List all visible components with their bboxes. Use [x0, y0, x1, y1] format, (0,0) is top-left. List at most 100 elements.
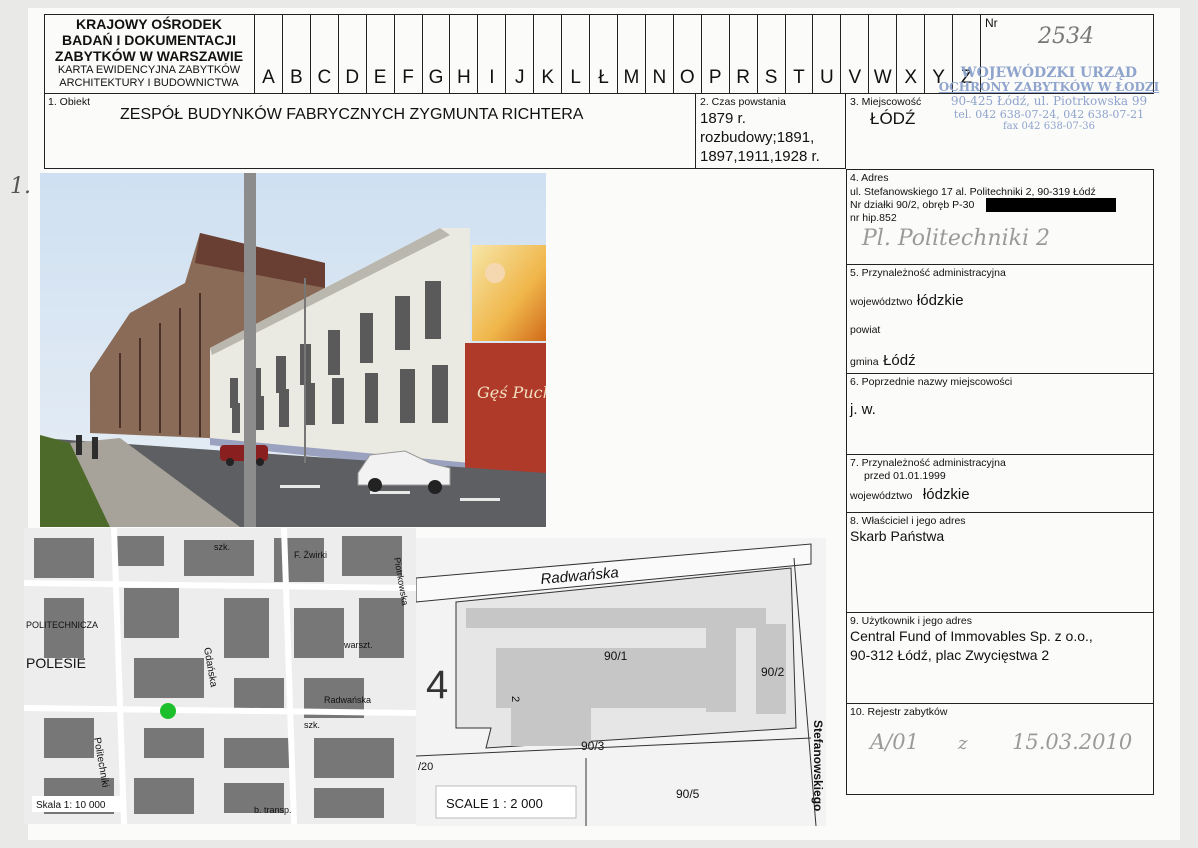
city-map-scale: Skala 1: 10 000	[36, 800, 106, 811]
index-letter: P	[700, 15, 729, 93]
org-line-1: KRAJOWY OŚRODEK	[76, 16, 222, 32]
index-letter: H	[449, 15, 477, 93]
card-line-2: ARCHITEKTURY I BUDOWNICTWA	[59, 77, 239, 89]
former-voivodeship-label: województwo	[850, 490, 913, 502]
commune-label: gmina	[850, 356, 879, 368]
building-number-2: 2	[509, 696, 521, 702]
index-letters: ABCDEFGHIJKLŁMNOPRSTUVWXYZ	[254, 15, 980, 93]
index-letter: T	[784, 15, 813, 93]
object-name: ZESPÓŁ BUDYNKÓW FABRYCZNYCH ZYGMUNTA RIC…	[120, 106, 584, 123]
site-plan: Radwańska Stefanowskiego 90/1 90/2 90/3 …	[416, 538, 826, 826]
map-label-warszt: warszt.	[343, 640, 373, 650]
voivodeship-value: łódzkie	[916, 292, 964, 309]
field-9-label: 9. Użytkownik i jego adres	[850, 615, 972, 627]
index-letter: C	[309, 15, 338, 93]
field-5-label: 5. Przynależność administracyjna	[850, 267, 1006, 279]
stamp-line-4: tel. 042 638-07-24, 042 638-07-21	[953, 108, 1145, 121]
map-label-radwanska: Radwańska	[324, 695, 371, 705]
voivodeship-label: województwo	[850, 296, 913, 308]
commune-value: Łódź	[883, 352, 916, 369]
field-4-label: 4. Adres	[850, 172, 889, 184]
org-line-2: BADAŃ I DOKUMENTACJI	[62, 32, 236, 48]
owner: Skarb Państwa	[850, 528, 945, 544]
map-label-polesie: POLESIE	[26, 655, 86, 671]
construction-year: 1879 r.	[700, 110, 746, 127]
plot-label-90-5: 90/5	[676, 787, 700, 801]
index-letter: U	[812, 15, 840, 93]
map-label-szk-2: szk.	[304, 720, 320, 730]
user-line-2: 90-312 Łódź, plac Zwycięstwa 2	[850, 647, 1050, 663]
map-label-politechnicza: POLITECHNICZA	[26, 620, 98, 630]
field-1-label: 1. Obiekt	[48, 96, 91, 108]
index-letter: J	[505, 15, 533, 93]
voivodeship-row: województwo łódzkie	[850, 292, 964, 310]
plot-label-20: /20	[418, 761, 433, 773]
index-letter: F	[393, 15, 422, 93]
register-date: 15.03.2010	[1012, 730, 1133, 754]
stamp-line-5: fax 042 638-07-36	[1002, 121, 1096, 132]
locality: ŁÓDŹ	[870, 109, 916, 128]
index-letter: B	[281, 15, 310, 93]
photo-number: 1.	[10, 174, 31, 199]
nr-label: Nr	[985, 16, 998, 30]
former-voivodeship-row: województwo łódzkie	[850, 486, 970, 504]
field-7-sub: przed 01.01.1999	[864, 470, 946, 482]
index-letter: E	[365, 15, 394, 93]
commune-row: gmina Łódź	[850, 352, 916, 370]
index-letter: K	[533, 15, 561, 93]
field-7-label: 7. Przynależność administracyjna	[850, 457, 1006, 469]
nr-value: 2534	[1038, 24, 1094, 49]
building-photo: Gęś Puch	[40, 173, 546, 527]
register-number: A/01	[870, 730, 919, 754]
billboard	[472, 245, 546, 341]
location-marker	[160, 703, 176, 719]
index-letter: Ł	[589, 15, 617, 93]
mortgage-line: nr hip.852	[850, 212, 897, 224]
extension-years-2: 1897,1911,1928 r.	[700, 148, 820, 165]
index-letter: D	[337, 15, 366, 93]
map-label-szk-1: szk.	[214, 542, 230, 552]
index-letter: N	[644, 15, 673, 93]
map-label-transp: b. transp.	[254, 805, 292, 815]
plot-number-4: 4	[426, 663, 448, 707]
redaction-bar	[986, 198, 1116, 212]
office-stamp: WOJEWÓDZKI URZĄD OCHRONY ZABYTKÓW W ŁODZ…	[938, 66, 1160, 133]
field-8-label: 8. Właściciel i jego adres	[850, 515, 966, 527]
field-6-label: 6. Poprzednie nazwy miejscowości	[850, 376, 1013, 388]
field-10-label: 10. Rejestr zabytków	[850, 706, 948, 718]
card-line-1: KARTA EWIDENCYJNA ZABYTKÓW	[57, 64, 241, 76]
index-letter: A	[254, 15, 282, 93]
stamp-line-1: WOJEWÓDZKI URZĄD	[960, 65, 1138, 81]
index-letter: G	[421, 15, 450, 93]
county-label: powiat	[850, 324, 881, 336]
plot-label-90-3: 90/3	[581, 739, 605, 753]
shop-front	[465, 343, 546, 473]
site-plan-scale: SCALE 1 : 2 000	[446, 796, 543, 811]
parcel-line: Nr działki 90/2, obręb P-30	[850, 199, 975, 211]
org-title: KRAJOWY OŚRODEK BADAŃ I DOKUMENTACJI ZAB…	[46, 16, 252, 90]
field-2-label: 2. Czas powstania	[700, 96, 786, 108]
former-voivodeship-value: łódzkie	[922, 486, 970, 503]
stamp-line-2: OCHRONY ZABYTKÓW W ŁODZI	[938, 80, 1160, 94]
org-line-3: ZABYTKÓW W WARSZAWIE	[54, 48, 244, 64]
index-letter: M	[616, 15, 645, 93]
user-line-1: Central Fund of Immovables Sp. z o.o.,	[850, 628, 1093, 644]
index-letter: L	[561, 15, 589, 93]
index-letter: O	[672, 15, 701, 93]
previous-names: j. w.	[850, 401, 876, 418]
index-letter: W	[868, 15, 896, 93]
details-column	[846, 169, 1154, 795]
plot-label-90-1: 90/1	[604, 649, 628, 663]
address-line: ul. Stefanowskiego 17 al. Politechniki 2…	[850, 186, 1096, 198]
register-z: z	[958, 733, 968, 754]
field-3-label: 3. Miejscowość	[850, 96, 922, 108]
index-letter: I	[477, 15, 505, 93]
index-letter: R	[728, 15, 757, 93]
street-stefanowskiego: Stefanowskiego	[811, 720, 825, 811]
utility-pole	[244, 173, 256, 527]
index-letter: X	[896, 15, 924, 93]
extension-years-1: rozbudowy;1891,	[700, 129, 815, 146]
city-map: POLITECHNICZA POLESIE Gdańska Politechni…	[24, 528, 416, 824]
shop-sign: Gęś Puch	[477, 383, 546, 402]
handwritten-address: Pl. Politechniki 2	[862, 226, 1050, 251]
